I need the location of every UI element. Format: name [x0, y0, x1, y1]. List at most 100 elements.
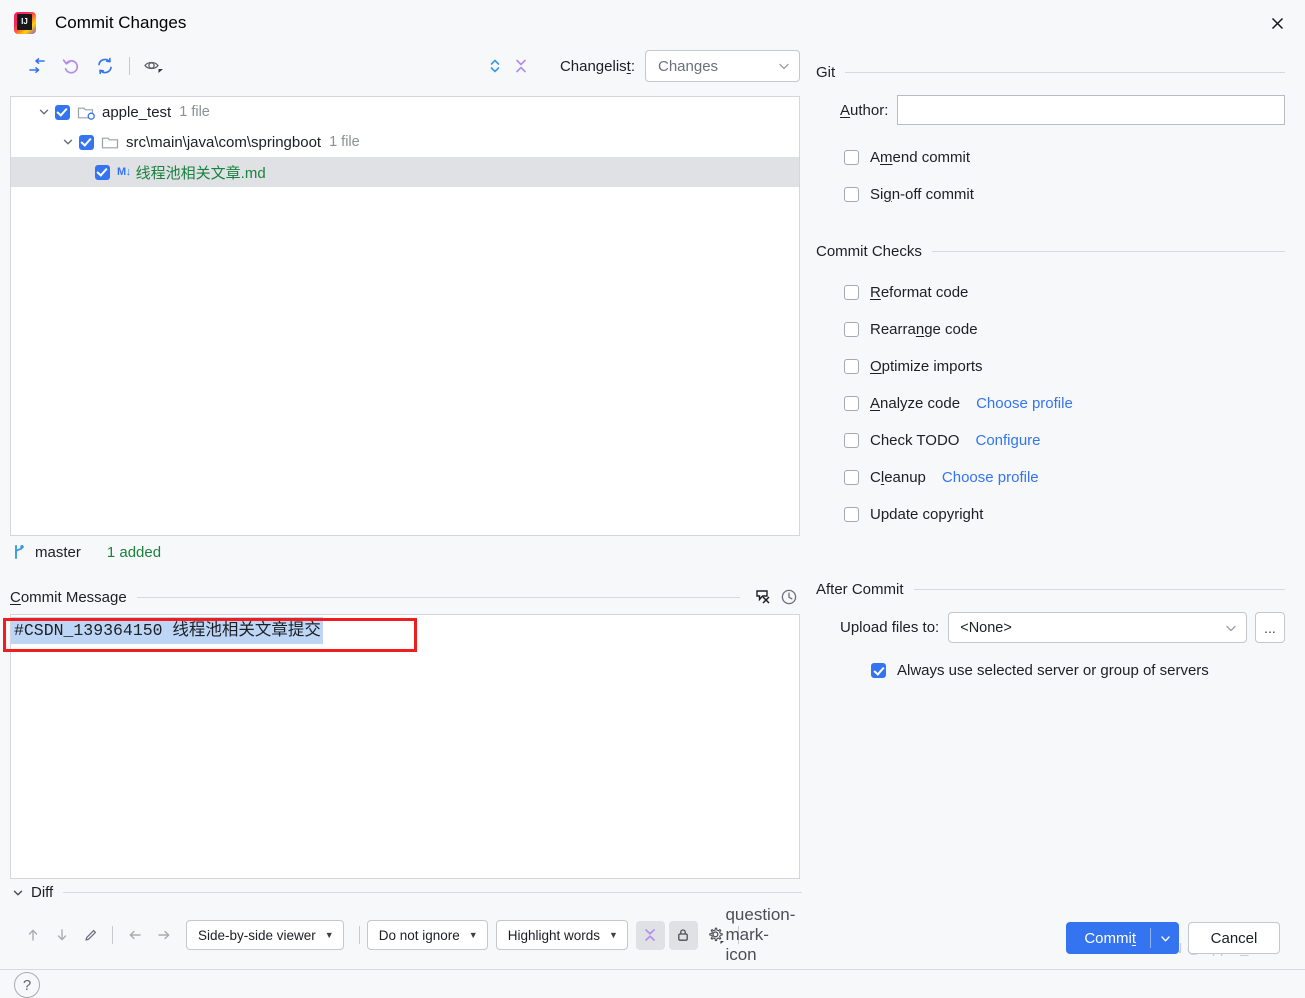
markdown-file-icon: M↓	[117, 166, 131, 178]
tree-expand-chevron-icon[interactable]	[33, 106, 55, 118]
collapse-x-icon[interactable]	[635, 920, 665, 950]
changes-panel: Changelist: Changes apple_test 1 file sr…	[0, 46, 810, 998]
analyze-code-checkbox[interactable]	[844, 396, 859, 411]
optimize-imports-checkbox[interactable]	[844, 359, 859, 374]
rollback-arrow-icon[interactable]	[22, 52, 52, 80]
triangle-down-icon: ▼	[609, 930, 618, 940]
question-mark-glyph: question-mark-icon	[725, 905, 796, 964]
arrow-up-icon[interactable]	[18, 921, 47, 950]
sign-off-commit-checkbox-row[interactable]: Sign-off commit	[816, 176, 1285, 213]
commit-button[interactable]: Commit	[1066, 922, 1179, 954]
cleanup-label: Cleanup	[870, 469, 926, 486]
update-copyright-checkbox-row[interactable]: Update copyright	[816, 496, 1285, 533]
rearrange-code-checkbox[interactable]	[844, 322, 859, 337]
commit-checks-section-header: Commit Checks	[816, 243, 1285, 260]
check-todo-configure-link[interactable]: Configure	[975, 432, 1040, 449]
lock-icon[interactable]	[668, 920, 698, 950]
close-icon[interactable]	[1263, 9, 1291, 37]
amend-commit-checkbox[interactable]	[844, 150, 859, 165]
tree-node-repository[interactable]: apple_test 1 file	[11, 97, 799, 127]
intellij-idea-logo	[14, 12, 36, 34]
tree-node-checkbox[interactable]	[79, 134, 94, 150]
section-divider	[63, 892, 802, 893]
commit-message-textarea[interactable]: #CSDN_139364150 线程池相关文章提交	[10, 614, 800, 879]
tree-node-file[interactable]: M↓ 线程池相关文章.md	[11, 157, 799, 187]
changelist-label: Changelist:	[559, 57, 635, 75]
git-section-header: Git	[816, 64, 1285, 81]
expand-collapse-icon[interactable]	[482, 52, 508, 80]
repository-folder-icon	[77, 107, 95, 120]
cleanup-checkbox[interactable]	[844, 470, 859, 485]
commit-options-panel: Git Author: Amend commit Sign-off commit…	[810, 46, 1305, 970]
always-use-server-checkbox[interactable]	[871, 662, 886, 678]
commit-dropdown-arrow[interactable]	[1151, 932, 1179, 945]
question-mark-icon[interactable]: question-mark-icon	[725, 905, 795, 964]
git-section-title: Git	[816, 64, 836, 81]
toolbar-divider	[358, 926, 360, 944]
pencil-icon[interactable]	[76, 921, 105, 950]
analyze-code-label: Analyze code	[870, 395, 961, 412]
preview-eye-icon[interactable]	[139, 52, 169, 80]
upload-files-row: Upload files to: <None> ...	[816, 612, 1285, 643]
commit-message-label: Commit Message	[10, 588, 127, 606]
collapse-all-icon[interactable]	[508, 52, 534, 80]
update-copyright-checkbox[interactable]	[844, 507, 859, 522]
viewer-mode-dropdown[interactable]: Side-by-side viewer ▼	[186, 920, 344, 950]
commit-message-text: #CSDN_139364150 线程池相关文章提交	[11, 617, 323, 644]
vcs-status-line: master 1 added	[13, 544, 161, 561]
highlight-mode-dropdown[interactable]: Highlight words ▼	[495, 920, 628, 950]
help-button-label: ?	[22, 976, 32, 994]
ignore-mode-dropdown[interactable]: Do not ignore ▼	[366, 920, 488, 950]
changed-files-tree[interactable]: apple_test 1 file src\main\java\com\spri…	[10, 96, 800, 536]
browse-servers-button[interactable]: ...	[1255, 612, 1285, 643]
changelist-dropdown[interactable]: Changes	[645, 50, 800, 82]
diff-toolbar: Side-by-side viewer ▼ Do not ignore ▼ Hi…	[18, 905, 795, 964]
always-use-server-checkbox-row[interactable]: Always use selected server or group of s…	[816, 655, 1285, 685]
tree-node-count: 1 file	[179, 104, 210, 120]
spellcheck-icon[interactable]	[750, 586, 776, 608]
arrow-left-icon[interactable]	[120, 921, 149, 950]
chevron-down-icon[interactable]	[12, 887, 24, 899]
update-copyright-label: Update copyright	[870, 506, 984, 523]
check-todo-label: Check TODO	[870, 432, 960, 449]
analyze-code-checkbox-row[interactable]: Analyze code Choose profile	[816, 385, 1285, 422]
tree-node-checkbox[interactable]	[95, 164, 110, 180]
author-field[interactable]	[897, 95, 1285, 125]
section-divider	[136, 596, 740, 598]
arrow-down-icon[interactable]	[47, 921, 76, 950]
sign-off-commit-checkbox[interactable]	[844, 187, 859, 202]
rearrange-code-checkbox-row[interactable]: Rearrange code	[816, 311, 1285, 348]
check-todo-checkbox[interactable]	[844, 433, 859, 448]
help-button[interactable]: ?	[14, 972, 40, 998]
reformat-code-checkbox-row[interactable]: Reformat code	[816, 274, 1285, 311]
diff-section-header[interactable]: Diff	[12, 884, 802, 901]
undo-icon[interactable]	[56, 52, 86, 80]
optimize-imports-checkbox-row[interactable]: Optimize imports	[816, 348, 1285, 385]
rearrange-code-label: Rearrange code	[870, 321, 978, 338]
cleanup-profile-link[interactable]: Choose profile	[942, 469, 1039, 486]
git-branch-icon	[15, 545, 24, 559]
tree-expand-chevron-icon[interactable]	[57, 136, 79, 148]
always-use-server-label: Always use selected server or group of s…	[897, 661, 1209, 679]
upload-target-dropdown[interactable]: <None>	[948, 612, 1247, 643]
section-divider	[845, 72, 1285, 73]
diff-section-label: Diff	[31, 884, 54, 901]
chevron-down-icon	[1226, 625, 1236, 631]
history-clock-icon[interactable]	[776, 586, 802, 608]
amend-commit-checkbox-row[interactable]: Amend commit	[816, 139, 1285, 176]
check-todo-checkbox-row[interactable]: Check TODO Configure	[816, 422, 1285, 459]
arrow-right-icon[interactable]	[149, 921, 178, 950]
cancel-button[interactable]: Cancel	[1188, 922, 1280, 954]
refresh-icon[interactable]	[90, 52, 120, 80]
cleanup-checkbox-row[interactable]: Cleanup Choose profile	[816, 459, 1285, 496]
amend-commit-label: Amend commit	[870, 149, 971, 166]
reformat-code-checkbox[interactable]	[844, 285, 859, 300]
tree-node-directory[interactable]: src\main\java\com\springboot 1 file	[11, 127, 799, 157]
highlight-mode-value: Highlight words	[507, 927, 600, 943]
tree-node-checkbox[interactable]	[55, 104, 70, 120]
tree-node-label: src\main\java\com\springboot	[126, 133, 322, 151]
tree-toolbar: Changelist: Changes	[0, 46, 810, 86]
analyze-code-profile-link[interactable]: Choose profile	[976, 395, 1073, 412]
